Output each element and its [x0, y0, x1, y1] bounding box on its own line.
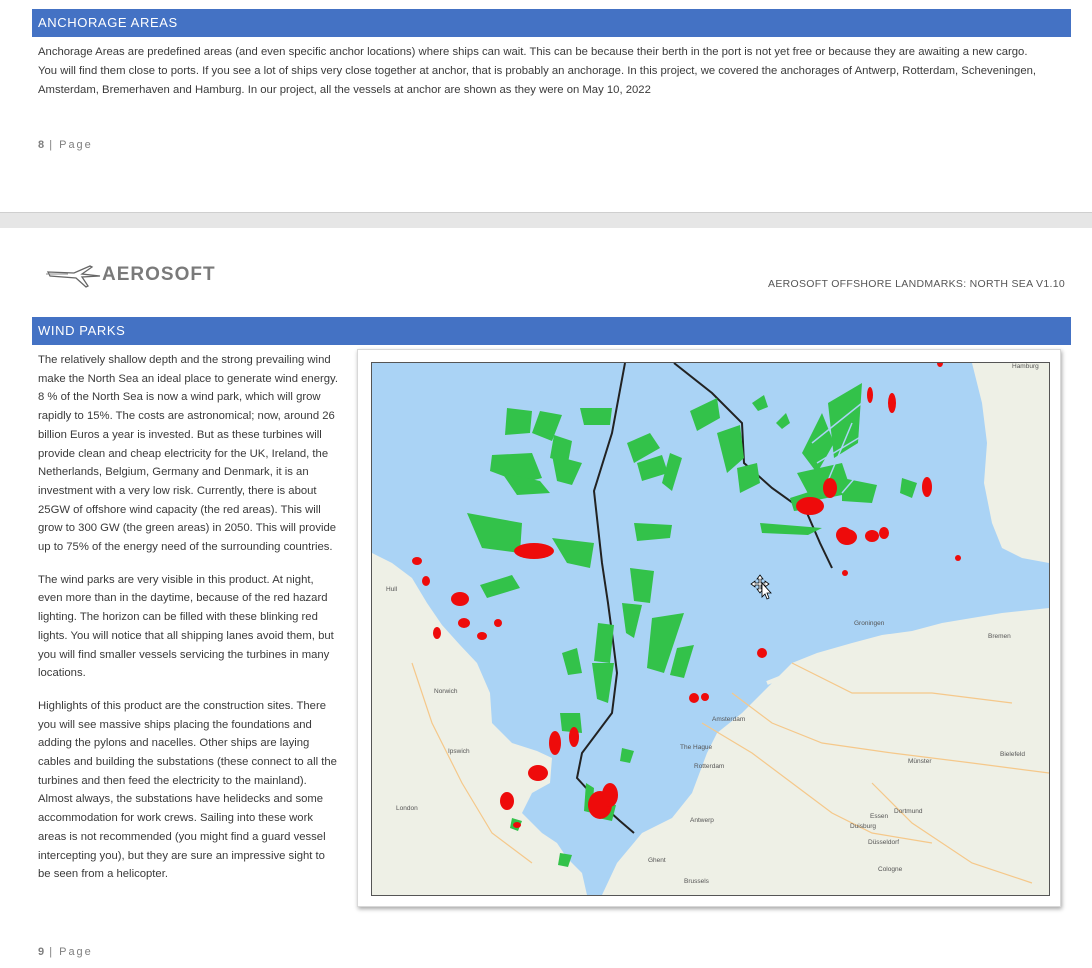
page-label: | Page: [49, 946, 93, 958]
land-jutland: [972, 363, 1049, 563]
label-dortmund: Dortmund: [894, 808, 923, 815]
label-cologne: Cologne: [878, 866, 903, 873]
page-gap: [0, 212, 1092, 229]
move-cursor-icon: [750, 574, 772, 600]
label-amsterdam: Amsterdam: [712, 716, 745, 723]
land-uk: [372, 553, 587, 895]
document-title: AEROSOFT OFFSHORE LANDMARKS: NORTH SEA V…: [768, 278, 1065, 290]
label-munster: Münster: [908, 758, 932, 765]
page-label: | Page: [49, 139, 93, 151]
wind-parks-paragraph-1: The relatively shallow depth and the str…: [38, 354, 338, 554]
map-figure-frame: Amsterdam The Hague Rotterdam Antwerp Br…: [357, 349, 1061, 907]
map-graphic: Amsterdam The Hague Rotterdam Antwerp Br…: [372, 363, 1049, 895]
section-heading-anchorage: ANCHORAGE AREAS: [32, 9, 1071, 37]
aerosoft-logo: AEROSOFT: [44, 258, 216, 292]
label-norwich: Norwich: [434, 688, 458, 695]
aircraft-logo-icon: [46, 265, 101, 288]
label-hamburg: Hamburg: [1012, 363, 1039, 370]
label-bremen: Bremen: [988, 633, 1011, 640]
label-hull: Hull: [386, 586, 398, 593]
page-number-value: 8: [38, 139, 45, 151]
label-the-hague: The Hague: [680, 744, 713, 751]
label-antwerp: Antwerp: [690, 817, 714, 824]
wind-parks-heading-text: WIND PARKS: [38, 323, 126, 338]
wind-parks-paragraph-3: Highlights of this product are the const…: [38, 699, 337, 881]
label-essen: Essen: [870, 813, 888, 820]
wind-parks-text-column: The relatively shallow depth and the str…: [38, 351, 340, 884]
page-9: AEROSOFT AEROSOFT OFFSHORE LANDMARKS: NO…: [0, 228, 1092, 968]
north-sea-wind-park-map: Amsterdam The Hague Rotterdam Antwerp Br…: [371, 362, 1050, 896]
label-duisburg: Duisburg: [850, 823, 876, 830]
page-number-9: 9 | Page: [38, 946, 93, 958]
logo-text: AEROSOFT: [102, 264, 216, 285]
label-ghent: Ghent: [648, 857, 666, 864]
label-groningen: Groningen: [854, 620, 885, 627]
label-bielefeld: Bielefeld: [1000, 751, 1025, 758]
section-heading-wind-parks: WIND PARKS: [32, 317, 1071, 345]
label-dusseldorf: Düsseldorf: [868, 839, 899, 846]
label-ipswich: Ipswich: [448, 748, 470, 755]
page-number-value: 9: [38, 946, 45, 958]
page-8: ANCHORAGE AREAS Anchorage Areas are pred…: [0, 0, 1092, 212]
anchorage-paragraph: Anchorage Areas are predefined areas (an…: [38, 46, 1037, 96]
label-london: London: [396, 805, 418, 812]
label-rotterdam: Rotterdam: [694, 763, 724, 770]
shipping-route-west: [575, 363, 635, 834]
page-number-8: 8 | Page: [38, 139, 93, 151]
wind-parks-paragraph-2: The wind parks are very visible in this …: [38, 573, 334, 680]
anchorage-heading-text: ANCHORAGE AREAS: [38, 15, 178, 30]
label-brussels: Brussels: [684, 878, 710, 885]
